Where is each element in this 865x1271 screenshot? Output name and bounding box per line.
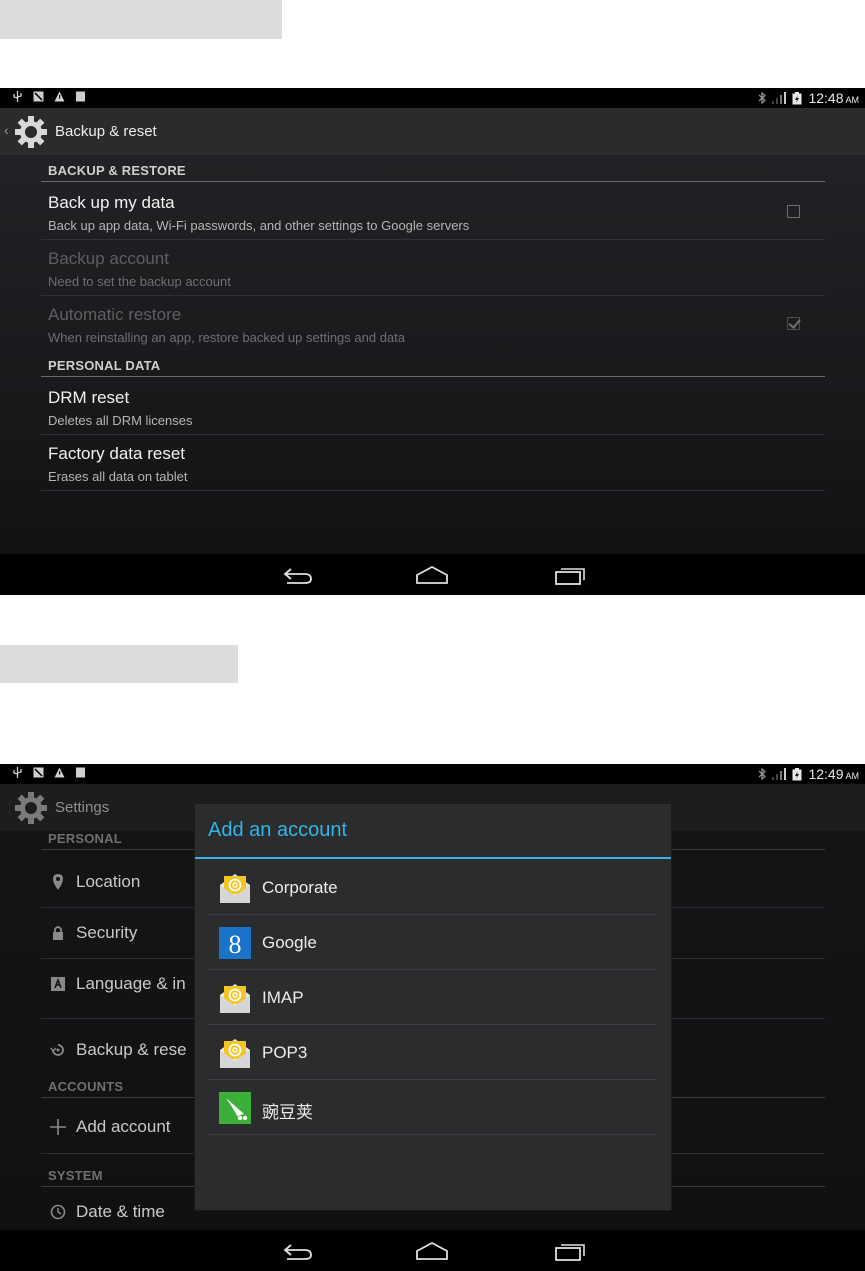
settings-gear-icon[interactable] <box>14 791 48 825</box>
bluetooth-icon <box>759 768 767 780</box>
add-account-dialog: Add an account Corporate 8 Google IMAP P… <box>195 804 671 1210</box>
account-option-corporate[interactable]: Corporate <box>207 860 657 915</box>
section-header-backup-restore: BACKUP & RESTORE <box>41 160 825 182</box>
account-option-label: 豌豆荚 <box>262 1103 313 1122</box>
screenshot-backup-reset: 12:48 AM ‹ Backup & reset BACKUP & RESTO… <box>0 88 865 595</box>
google-icon: 8 <box>219 927 251 959</box>
caption-bar-top <box>0 0 282 39</box>
signal-icon <box>772 768 787 780</box>
status-ampm: AM <box>845 94 860 105</box>
home-icon[interactable] <box>415 564 449 586</box>
usb-icon <box>13 91 22 102</box>
up-caret-icon[interactable]: ‹ <box>4 122 9 138</box>
notification-image-icon <box>33 767 44 778</box>
section-header-label: PERSONAL <box>48 831 122 846</box>
bluetooth-icon <box>759 92 767 104</box>
section-header-label: PERSONAL DATA <box>48 358 161 373</box>
status-time: 12:48 <box>808 90 844 106</box>
recent-apps-icon[interactable] <box>553 564 587 586</box>
svg-text:8: 8 <box>229 930 242 959</box>
notification-image-icon <box>33 91 44 102</box>
pref-summary: Erases all data on tablet <box>48 469 188 484</box>
settings-item-label: Date & time <box>76 1202 165 1221</box>
account-option-imap[interactable]: IMAP <box>207 970 657 1025</box>
recent-apps-icon[interactable] <box>553 1240 587 1262</box>
settings-item-label: Location <box>76 872 141 891</box>
pref-title: Back up my data <box>48 193 175 212</box>
status-time: 12:49 <box>808 766 844 782</box>
back-icon[interactable] <box>281 1240 315 1262</box>
settings-item-label: Add account <box>76 1117 171 1136</box>
account-option-label: IMAP <box>262 988 304 1007</box>
screenshot-add-account: 12:49 AM Settings PERSONAL Location Secu… <box>0 764 865 1271</box>
dialog-title: Add an account <box>208 819 347 841</box>
pref-summary: Back up app data, Wi-Fi passwords, and o… <box>48 218 470 233</box>
section-header-label: ACCOUNTS <box>48 1079 124 1094</box>
automatic-restore-checkbox <box>787 317 800 330</box>
account-option-wandoujia[interactable]: 豌豆荚 <box>207 1080 657 1135</box>
pref-title: Factory data reset <box>48 444 186 463</box>
pref-title: DRM reset <box>48 388 130 407</box>
location-icon <box>53 874 63 890</box>
usb-icon <box>13 767 22 778</box>
status-ampm: AM <box>845 770 860 781</box>
plus-icon <box>50 1119 66 1135</box>
account-option-label: Corporate <box>262 878 338 897</box>
wandoujia-icon <box>219 1092 251 1124</box>
pref-backup-account: Backup account Need to set the backup ac… <box>41 240 825 296</box>
caption-bar-bottom <box>0 645 238 683</box>
action-bar-title: Backup & reset <box>55 123 157 140</box>
status-bar: 12:48 AM <box>0 88 865 108</box>
settings-item-label: Security <box>76 923 138 942</box>
pref-factory-data-reset[interactable]: Factory data reset Erases all data on ta… <box>41 435 825 491</box>
sd-card-icon <box>76 91 85 102</box>
navigation-bar <box>0 554 865 595</box>
warning-icon <box>54 91 65 102</box>
pref-drm-reset[interactable]: DRM reset Deletes all DRM licenses <box>41 379 825 435</box>
settings-gear-icon[interactable] <box>14 115 48 149</box>
clock-icon <box>50 1204 66 1220</box>
battery-charging-icon <box>792 91 802 104</box>
settings-content: ‹ Backup & reset BACKUP & RESTORE Back u… <box>0 108 865 554</box>
settings-item-label: Language & in <box>76 974 186 993</box>
pref-backup-my-data[interactable]: Back up my data Back up app data, Wi-Fi … <box>41 184 825 240</box>
pref-summary: When reinstalling an app, restore backed… <box>48 330 406 345</box>
pref-automatic-restore: Automatic restore When reinstalling an a… <box>41 296 825 352</box>
section-header-personal-data: PERSONAL DATA <box>41 355 825 377</box>
backup-data-checkbox[interactable] <box>787 205 800 218</box>
pref-title: Backup account <box>48 249 169 268</box>
account-option-google[interactable]: 8 Google <box>207 915 657 970</box>
lock-icon <box>53 926 63 940</box>
action-bar: ‹ Backup & reset <box>0 108 865 155</box>
account-option-pop3[interactable]: POP3 <box>207 1025 657 1080</box>
navigation-bar <box>0 1230 865 1271</box>
sd-card-icon <box>76 767 85 778</box>
battery-charging-icon <box>792 767 802 780</box>
email-icon <box>220 874 250 903</box>
backup-restore-icon <box>50 1044 64 1056</box>
back-icon[interactable] <box>281 564 315 586</box>
signal-icon <box>772 92 787 104</box>
section-header-label: BACKUP & RESTORE <box>48 163 186 178</box>
pref-title: Automatic restore <box>48 305 182 324</box>
home-icon[interactable] <box>415 1240 449 1262</box>
account-option-label: POP3 <box>262 1043 308 1062</box>
section-header-label: SYSTEM <box>48 1168 103 1183</box>
status-bar: 12:49 AM <box>0 764 865 784</box>
action-bar-title: Settings <box>55 799 110 816</box>
language-keyboard-icon <box>51 977 65 991</box>
settings-item-label: Backup & rese <box>76 1040 187 1059</box>
pref-summary: Deletes all DRM licenses <box>48 413 193 428</box>
account-option-label: Google <box>262 933 317 952</box>
settings-content: Settings PERSONAL Location Security Lang… <box>0 784 865 1230</box>
warning-icon <box>54 767 65 778</box>
email-icon <box>220 984 250 1013</box>
email-icon <box>220 1039 250 1068</box>
dialog-title-divider <box>195 857 671 859</box>
pref-summary: Need to set the backup account <box>48 274 231 289</box>
